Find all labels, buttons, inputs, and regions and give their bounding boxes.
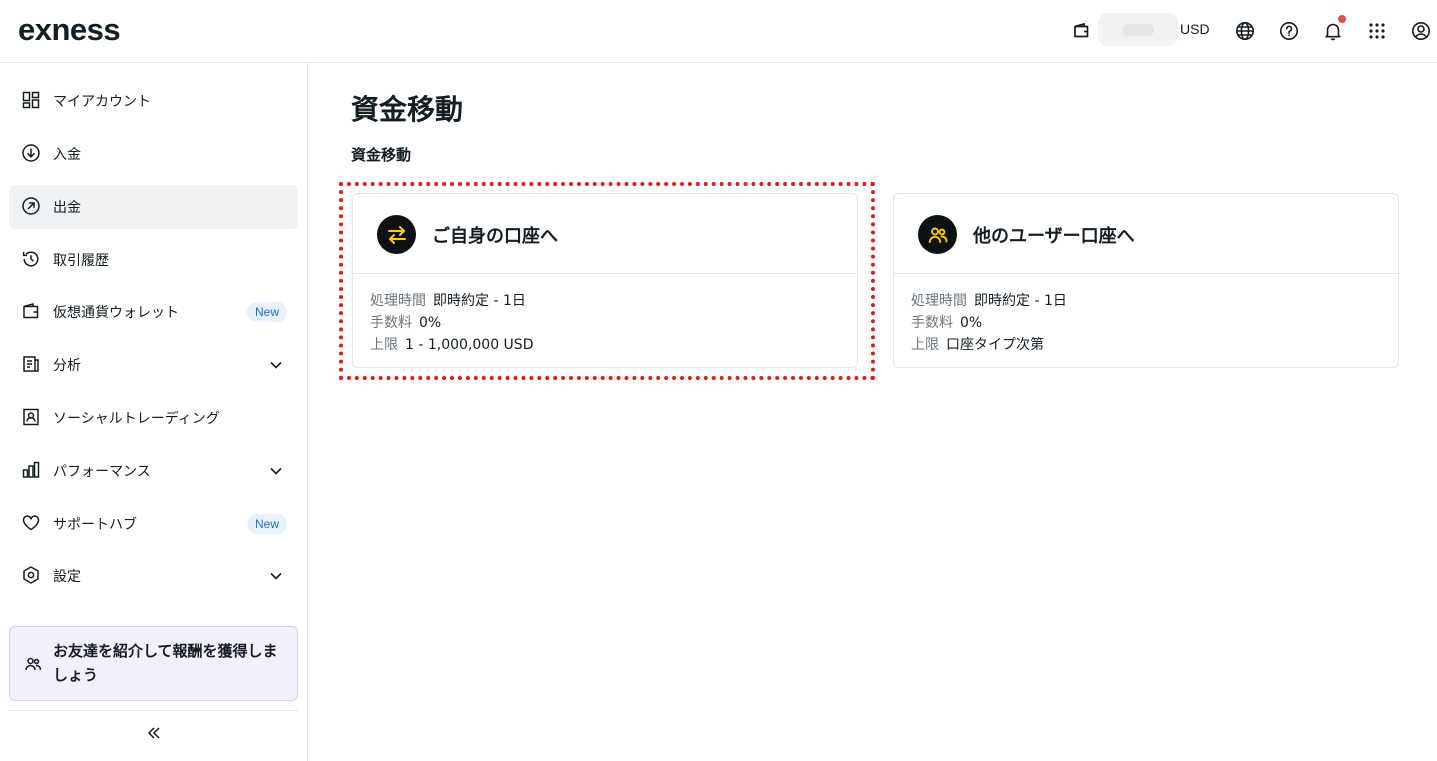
transfer-to-own-account-card[interactable]: ご自身の口座へ 処理時間 即時約定 - 1日 手数料 0% 上限 1 - 1,000,… [352,193,858,368]
sidebar-item-support-hub[interactable]: サポートハブ New [9,502,298,546]
fee-value: 0% [419,315,442,331]
card-header: 他のユーザー口座へ [894,194,1398,274]
sidebar-item-label: 仮想通貨ウォレット [53,305,179,321]
chevron-down-icon[interactable] [267,567,285,585]
globe-icon[interactable] [1233,19,1257,43]
currency-label[interactable]: USD [1180,21,1210,37]
limit-value: 口座タイプ次第 [946,337,1044,353]
wallet-icon [23,303,39,319]
settings-icon [23,566,39,584]
limit-label: 上限 [370,337,398,353]
sidebar-item-performance[interactable]: パフォーマンス [9,449,298,493]
limit-row: 上限 口座タイプ次第 [911,334,1044,354]
processing-time-value: 即時約定 - 1日 [974,293,1067,309]
social-trading-icon [23,408,39,426]
sidebar-item-crypto-wallet[interactable]: 仮想通貨ウォレット New [9,290,298,334]
sidebar-item-label: 入金 [53,147,81,163]
users-icon [25,657,42,671]
referral-promo[interactable]: お友達を紹介して報酬を獲得しましょう [9,626,298,701]
fee-label: 手数料 [911,315,953,331]
exness-logo[interactable]: exness [18,12,121,48]
collapse-sidebar-icon[interactable] [144,723,164,743]
wallet-icon[interactable] [1070,19,1094,43]
deposit-icon [22,144,40,162]
help-icon[interactable] [1277,19,1301,43]
fee-value: 0% [960,315,983,331]
sidebar-item-trade-history[interactable]: 取引履歴 [9,238,298,282]
limit-row: 上限 1 - 1,000,000 USD [370,334,533,354]
sidebar-item-withdrawal[interactable]: 出金 [9,185,298,229]
fee-row: 手数料 0% [911,312,982,332]
fee-row: 手数料 0% [370,312,441,332]
sidebar-item-my-account[interactable]: マイアカウント [9,79,298,123]
chevron-down-icon[interactable] [267,462,285,480]
card-header: ご自身の口座へ [353,194,857,274]
sidebar-item-label: 取引履歴 [53,253,109,269]
processing-time-label: 処理時間 [911,293,967,309]
referral-promo-text: お友達を紹介して報酬を獲得しましょう [53,642,278,684]
sidebar-item-settings[interactable]: 設定 [9,554,298,598]
sidebar: マイアカウント 入金 出金 取引履歴 仮想通貨ウォレット New 分析 ソーシャ… [0,63,308,761]
processing-time-value: 即時約定 - 1日 [433,293,526,309]
performance-icon [22,461,40,478]
sidebar-item-label: 出金 [53,200,81,216]
page-title: 資金移動 [351,93,464,126]
processing-time-label: 処理時間 [370,293,426,309]
apps-grid-icon[interactable] [1365,19,1389,43]
limit-value: 1 - 1,000,000 USD [405,337,534,353]
sidebar-item-label: ソーシャルトレーディング [53,411,220,427]
notification-dot [1338,15,1346,23]
sidebar-item-label: 分析 [53,358,81,374]
chevron-down-icon[interactable] [267,356,285,374]
users-icon [918,215,957,254]
balance-display[interactable] [1098,13,1178,46]
section-title: 資金移動 [351,146,412,164]
new-badge: New [246,302,287,322]
hidden-balance [1122,24,1154,36]
heart-icon [22,515,40,531]
new-badge: New [246,514,287,534]
fee-label: 手数料 [370,315,412,331]
sidebar-item-analytics[interactable]: 分析 [9,343,298,387]
transfer-to-other-user-card[interactable]: 他のユーザー口座へ 処理時間 即時約定 - 1日 手数料 0% 上限 口座タイプ次第 [893,193,1399,368]
sidebar-item-social-trading[interactable]: ソーシャルトレーディング [9,396,298,440]
processing-time-row: 処理時間 即時約定 - 1日 [370,290,526,310]
card-title: 他のユーザー口座へ [973,226,1135,247]
sidebar-divider [9,710,298,711]
sidebar-item-label: パフォーマンス [53,464,151,480]
processing-time-row: 処理時間 即時約定 - 1日 [911,290,1067,310]
top-header: exness USD [0,0,1437,63]
sidebar-item-label: サポートハブ [53,517,137,533]
transfer-arrows-icon [377,215,416,254]
sidebar-item-label: 設定 [53,569,81,585]
sidebar-item-label: マイアカウント [53,94,151,110]
limit-label: 上限 [911,337,939,353]
dashboard-icon [22,91,40,109]
analytics-icon [23,356,39,372]
withdraw-icon [22,197,40,215]
bell-icon[interactable] [1321,15,1346,43]
card-title: ご自身の口座へ [432,226,558,247]
profile-icon[interactable] [1409,19,1433,43]
sidebar-item-deposit[interactable]: 入金 [9,132,298,176]
history-icon [22,251,39,267]
